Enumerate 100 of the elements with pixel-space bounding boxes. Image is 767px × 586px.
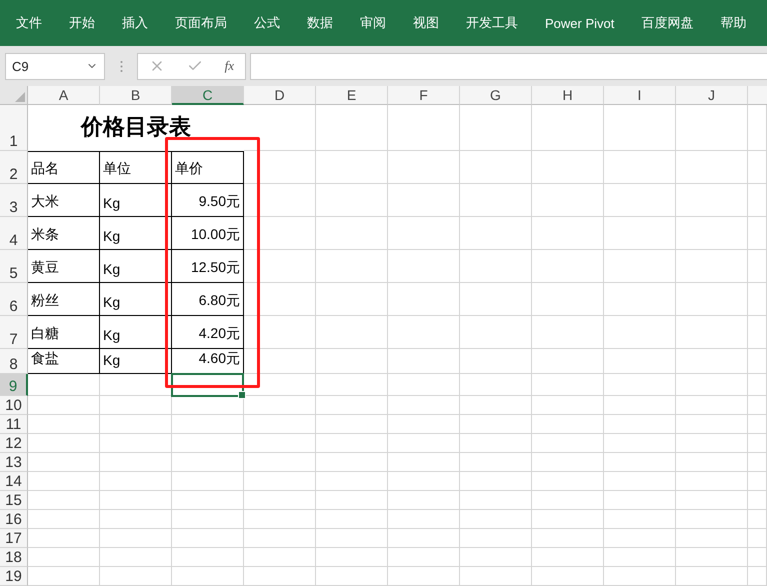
empty-cell[interactable] bbox=[100, 529, 172, 548]
selected-cell[interactable] bbox=[171, 373, 244, 397]
empty-cell[interactable] bbox=[388, 548, 460, 567]
column-header[interactable]: C bbox=[172, 86, 244, 105]
empty-cell[interactable] bbox=[244, 491, 316, 510]
column-header[interactable]: D bbox=[244, 86, 316, 105]
empty-cell[interactable] bbox=[676, 316, 748, 349]
empty-cell[interactable] bbox=[748, 548, 767, 567]
empty-cell[interactable] bbox=[316, 396, 388, 415]
empty-cell[interactable] bbox=[604, 510, 676, 529]
empty-cell[interactable] bbox=[604, 491, 676, 510]
row-header[interactable]: 8 bbox=[0, 349, 28, 374]
empty-cell[interactable] bbox=[748, 567, 767, 586]
empty-cell[interactable] bbox=[604, 316, 676, 349]
empty-cell[interactable] bbox=[460, 374, 532, 396]
empty-cell[interactable] bbox=[748, 510, 767, 529]
empty-cell[interactable] bbox=[604, 548, 676, 567]
empty-cell[interactable] bbox=[316, 453, 388, 472]
empty-cell[interactable] bbox=[244, 434, 316, 453]
empty-cell[interactable] bbox=[460, 250, 532, 283]
empty-cell[interactable] bbox=[748, 396, 767, 415]
empty-cell[interactable] bbox=[532, 491, 604, 510]
empty-cell[interactable] bbox=[172, 415, 244, 434]
empty-cell[interactable] bbox=[676, 434, 748, 453]
empty-cell[interactable] bbox=[676, 151, 748, 184]
empty-cell[interactable] bbox=[748, 374, 767, 396]
ribbon-tab[interactable]: 数据 bbox=[307, 14, 333, 32]
empty-cell[interactable] bbox=[100, 472, 172, 491]
empty-cell[interactable] bbox=[604, 217, 676, 250]
empty-cell[interactable] bbox=[388, 453, 460, 472]
empty-cell[interactable] bbox=[388, 472, 460, 491]
empty-cell[interactable] bbox=[244, 548, 316, 567]
empty-cell[interactable] bbox=[676, 349, 748, 374]
empty-cell[interactable] bbox=[748, 453, 767, 472]
empty-cell[interactable] bbox=[100, 453, 172, 472]
empty-cell[interactable] bbox=[604, 396, 676, 415]
empty-cell[interactable] bbox=[316, 151, 388, 184]
empty-cell[interactable] bbox=[316, 374, 388, 396]
empty-cell[interactable] bbox=[100, 548, 172, 567]
empty-cell[interactable] bbox=[676, 374, 748, 396]
empty-cell[interactable] bbox=[604, 374, 676, 396]
ribbon-tab[interactable]: 帮助 bbox=[720, 14, 746, 32]
empty-cell[interactable] bbox=[460, 415, 532, 434]
empty-cell[interactable] bbox=[244, 472, 316, 491]
empty-cell[interactable] bbox=[100, 396, 172, 415]
column-header[interactable]: J bbox=[676, 86, 748, 105]
select-all-corner[interactable] bbox=[0, 86, 28, 105]
empty-cell[interactable] bbox=[676, 567, 748, 586]
ribbon-tab[interactable]: Power Pivot bbox=[545, 16, 614, 30]
empty-cell[interactable] bbox=[676, 491, 748, 510]
row-header[interactable]: 5 bbox=[0, 250, 28, 283]
empty-cell[interactable] bbox=[748, 349, 767, 374]
ribbon-tab[interactable]: 开发工具 bbox=[466, 14, 518, 32]
insert-function-button[interactable]: fx bbox=[224, 58, 234, 74]
row-header[interactable]: 3 bbox=[0, 184, 28, 217]
empty-cell[interactable] bbox=[532, 374, 604, 396]
empty-cell[interactable] bbox=[388, 434, 460, 453]
empty-cell[interactable] bbox=[388, 491, 460, 510]
empty-cell[interactable] bbox=[532, 453, 604, 472]
empty-cell[interactable] bbox=[748, 283, 767, 316]
empty-cell[interactable] bbox=[532, 396, 604, 415]
empty-cell[interactable] bbox=[100, 491, 172, 510]
empty-cell[interactable] bbox=[604, 349, 676, 374]
empty-cell[interactable] bbox=[388, 349, 460, 374]
empty-cell[interactable] bbox=[316, 316, 388, 349]
empty-cell[interactable] bbox=[748, 217, 767, 250]
column-header[interactable]: B bbox=[100, 86, 172, 105]
empty-cell[interactable] bbox=[676, 415, 748, 434]
empty-cell[interactable] bbox=[388, 316, 460, 349]
row-header[interactable]: 12 bbox=[0, 434, 28, 453]
column-header[interactable]: E bbox=[316, 86, 388, 105]
empty-cell[interactable] bbox=[244, 415, 316, 434]
empty-cell[interactable] bbox=[244, 453, 316, 472]
empty-cell[interactable] bbox=[172, 567, 244, 586]
empty-cell[interactable] bbox=[604, 434, 676, 453]
empty-cell[interactable] bbox=[748, 472, 767, 491]
empty-cell[interactable] bbox=[604, 250, 676, 283]
empty-cell[interactable] bbox=[748, 316, 767, 349]
row-header[interactable]: 7 bbox=[0, 316, 28, 349]
empty-cell[interactable] bbox=[532, 283, 604, 316]
empty-cell[interactable] bbox=[172, 491, 244, 510]
empty-cell[interactable] bbox=[244, 510, 316, 529]
ribbon-tab[interactable]: 页面布局 bbox=[175, 14, 227, 32]
empty-cell[interactable] bbox=[244, 567, 316, 586]
empty-cell[interactable] bbox=[676, 472, 748, 491]
empty-cell[interactable] bbox=[532, 567, 604, 586]
empty-cell[interactable] bbox=[388, 283, 460, 316]
empty-cell[interactable] bbox=[460, 283, 532, 316]
empty-cell[interactable] bbox=[316, 217, 388, 250]
column-header[interactable]: G bbox=[460, 86, 532, 105]
ribbon-tab[interactable]: 公式 bbox=[254, 14, 280, 32]
empty-cell[interactable] bbox=[532, 529, 604, 548]
empty-cell[interactable] bbox=[604, 415, 676, 434]
row-header[interactable]: 17 bbox=[0, 529, 28, 548]
empty-cell[interactable] bbox=[388, 151, 460, 184]
empty-cell[interactable] bbox=[460, 434, 532, 453]
empty-cell[interactable] bbox=[532, 349, 604, 374]
formula-input-field[interactable] bbox=[250, 52, 767, 80]
empty-cell[interactable] bbox=[388, 105, 460, 151]
empty-cell[interactable] bbox=[748, 415, 767, 434]
